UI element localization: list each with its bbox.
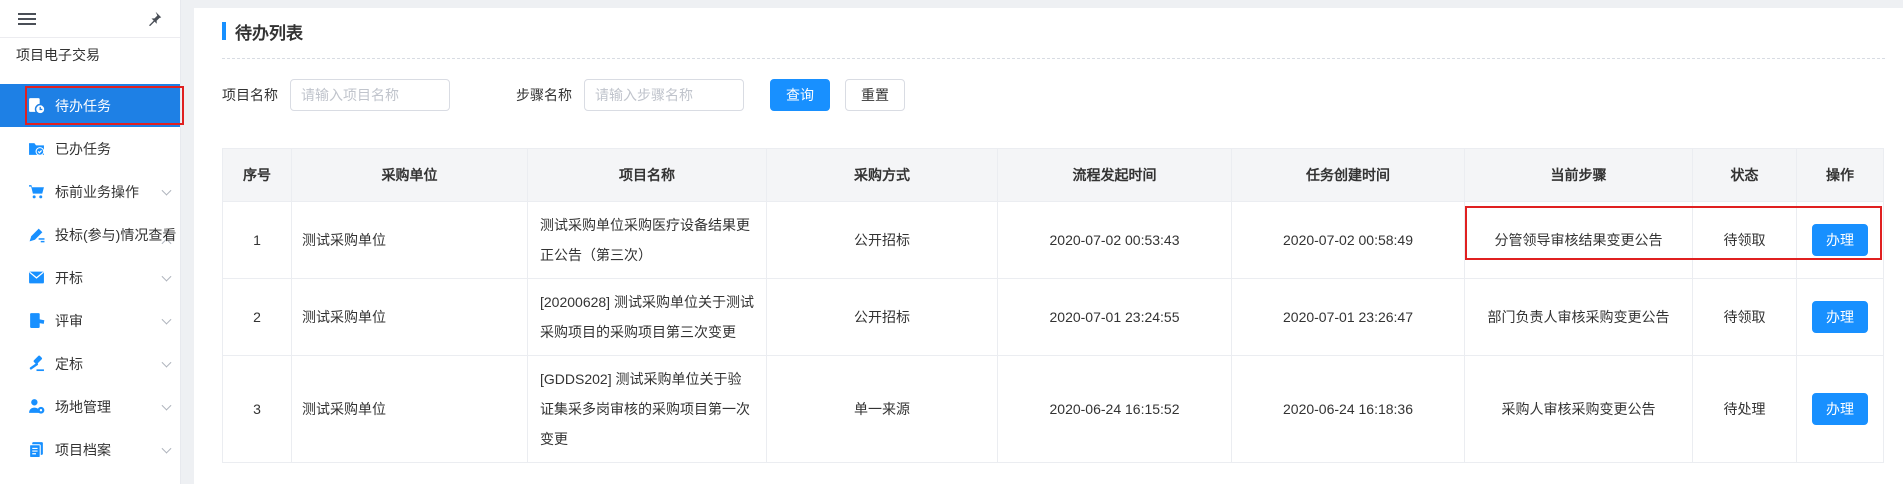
project-name-input[interactable] xyxy=(290,79,450,111)
col-header-current-step: 当前步骤 xyxy=(1465,149,1693,201)
cell-seq: 3 xyxy=(222,356,292,462)
cell-create-time: 2020-07-02 00:58:49 xyxy=(1232,202,1465,278)
page-title: 待办列表 xyxy=(235,19,303,44)
sidebar-group-label: 项目电子交易 xyxy=(16,45,100,65)
page-title-row: 待办列表 xyxy=(222,8,1903,54)
mail-icon xyxy=(28,269,45,286)
cell-org: 测试采购单位 xyxy=(292,356,528,462)
chevron-down-icon xyxy=(162,271,172,281)
chevron-down-icon xyxy=(162,314,172,324)
sidebar-item-label: 待办任务 xyxy=(55,96,111,116)
divider xyxy=(222,58,1885,59)
sidebar-item-prebid-operations[interactable]: 标前业务操作 xyxy=(0,170,180,213)
col-header-start-time: 流程发起时间 xyxy=(998,149,1232,201)
cell-seq: 1 xyxy=(222,202,292,278)
sidebar-top-bar xyxy=(0,0,180,38)
cell-create-time: 2020-07-01 23:26:47 xyxy=(1232,279,1465,355)
sidebar: 项目电子交易 待办任务 已办任务 标前业务操作 投标(参与) xyxy=(0,0,181,484)
col-header-method: 采购方式 xyxy=(767,149,998,201)
project-name-label: 项目名称 xyxy=(222,85,278,105)
step-name-label: 步骤名称 xyxy=(516,85,572,105)
chevron-down-icon xyxy=(162,185,172,195)
col-header-status: 状态 xyxy=(1693,149,1797,201)
sidebar-item-award[interactable]: 定标 xyxy=(0,342,180,385)
hamburger-menu-icon[interactable] xyxy=(18,10,36,28)
pin-icon[interactable] xyxy=(147,11,162,26)
todo-table: 序号 采购单位 项目名称 采购方式 流程发起时间 任务创建时间 当前步骤 状态 … xyxy=(222,148,1884,463)
cell-method: 公开招标 xyxy=(767,202,998,278)
doc-pen-icon xyxy=(28,312,45,329)
sidebar-item-label: 项目档案 xyxy=(55,440,111,460)
cell-project: [GDDS202] 测试采购单位关于验证集采多岗审核的采购项目第一次变更 xyxy=(528,356,767,462)
sidebar-item-label: 定标 xyxy=(55,354,83,374)
table-row: 2 测试采购单位 [20200628] 测试采购单位关于测试采购项目的采购项目第… xyxy=(222,279,1884,356)
sidebar-item-label: 已办任务 xyxy=(55,139,111,159)
filter-bar: 项目名称 步骤名称 查询 重置 xyxy=(222,79,1903,111)
title-accent-bar xyxy=(222,22,226,40)
cell-start-time: 2020-07-02 00:53:43 xyxy=(998,202,1232,278)
cell-method: 公开招标 xyxy=(767,279,998,355)
user-gear-icon xyxy=(28,398,45,415)
chevron-down-icon xyxy=(162,400,172,410)
reset-button[interactable]: 重置 xyxy=(845,79,905,111)
cell-project: 测试采购单位采购医疗设备结果更正公告（第三次） xyxy=(528,202,767,278)
cell-current-step: 采购人审核采购变更公告 xyxy=(1465,356,1693,462)
cell-org: 测试采购单位 xyxy=(292,202,528,278)
cell-current-step: 部门负责人审核采购变更公告 xyxy=(1465,279,1693,355)
done-tasks-icon xyxy=(28,140,45,157)
table-header-row: 序号 采购单位 项目名称 采购方式 流程发起时间 任务创建时间 当前步骤 状态 … xyxy=(222,148,1884,202)
cell-org: 测试采购单位 xyxy=(292,279,528,355)
col-header-project: 项目名称 xyxy=(528,149,767,201)
cell-start-time: 2020-06-24 16:15:52 xyxy=(998,356,1232,462)
sidebar-item-venue-management[interactable]: 场地管理 xyxy=(0,385,180,428)
cell-current-step: 分管领导审核结果变更公告 xyxy=(1465,202,1693,278)
sidebar-item-bid-participation-view[interactable]: 投标(参与)情况查看 xyxy=(0,213,180,256)
col-header-create-time: 任务创建时间 xyxy=(1232,149,1465,201)
sidebar-item-done-tasks[interactable]: 已办任务 xyxy=(0,127,180,170)
cell-start-time: 2020-07-01 23:24:55 xyxy=(998,279,1232,355)
sidebar-item-project-archive[interactable]: 项目档案 xyxy=(0,428,180,471)
table-row: 1 测试采购单位 测试采购单位采购医疗设备结果更正公告（第三次） 公开招标 20… xyxy=(222,202,1884,279)
sidebar-item-label: 场地管理 xyxy=(55,397,111,417)
status-badge: 待领取 xyxy=(1693,279,1797,355)
handle-button[interactable]: 办理 xyxy=(1812,393,1868,425)
handle-button[interactable]: 办理 xyxy=(1812,224,1868,256)
sidebar-item-label: 投标(参与)情况查看 xyxy=(55,225,176,245)
cell-seq: 2 xyxy=(222,279,292,355)
col-header-org: 采购单位 xyxy=(292,149,528,201)
chevron-down-icon xyxy=(162,357,172,367)
main-panel: 待办列表 项目名称 步骤名称 查询 重置 序号 采购单位 项目名称 采购方式 流… xyxy=(194,8,1903,484)
todo-tasks-icon xyxy=(28,97,45,114)
col-header-seq: 序号 xyxy=(222,149,292,201)
step-name-input[interactable] xyxy=(584,79,744,111)
cell-project: [20200628] 测试采购单位关于测试采购项目的采购项目第三次变更 xyxy=(528,279,767,355)
sidebar-item-label: 开标 xyxy=(55,268,83,288)
status-badge: 待处理 xyxy=(1693,356,1797,462)
sidebar-item-evaluation[interactable]: 评审 xyxy=(0,299,180,342)
cart-icon xyxy=(28,183,45,200)
search-button[interactable]: 查询 xyxy=(770,79,830,111)
sidebar-group-project-etrading[interactable]: 项目电子交易 xyxy=(0,38,180,72)
sidebar-menu: 待办任务 已办任务 标前业务操作 投标(参与)情况查看 开标 xyxy=(0,72,180,471)
sidebar-item-label: 标前业务操作 xyxy=(55,182,139,202)
sidebar-item-bid-opening[interactable]: 开标 xyxy=(0,256,180,299)
pen-icon xyxy=(28,226,45,243)
chevron-down-icon xyxy=(162,443,172,453)
handle-button[interactable]: 办理 xyxy=(1812,301,1868,333)
cell-method: 单一来源 xyxy=(767,356,998,462)
archive-icon xyxy=(28,441,45,458)
sidebar-item-label: 评审 xyxy=(55,311,83,331)
col-header-action: 操作 xyxy=(1797,149,1884,201)
gavel-icon xyxy=(28,355,45,372)
cell-create-time: 2020-06-24 16:18:36 xyxy=(1232,356,1465,462)
status-badge: 待领取 xyxy=(1693,202,1797,278)
sidebar-item-todo-tasks[interactable]: 待办任务 xyxy=(0,84,180,127)
table-row: 3 测试采购单位 [GDDS202] 测试采购单位关于验证集采多岗审核的采购项目… xyxy=(222,356,1884,463)
